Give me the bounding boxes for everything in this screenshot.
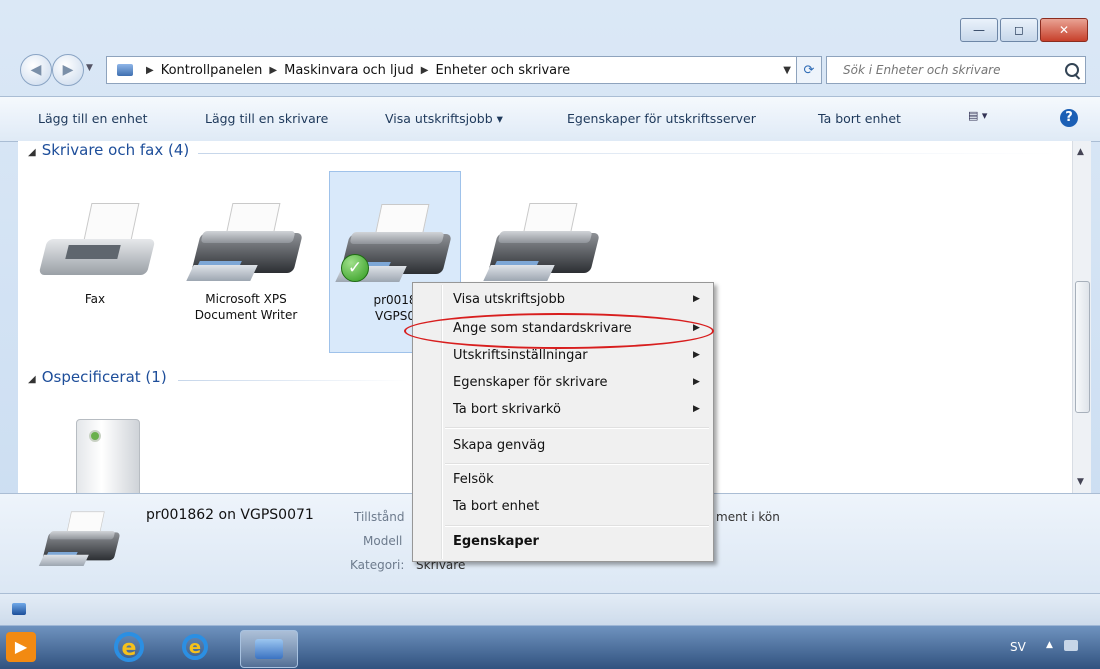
chevron-right-icon[interactable]: ▶ [421, 65, 429, 76]
submenu-arrow-icon: ▶ [693, 377, 700, 387]
device-xps-writer[interactable]: Microsoft XPS Document Writer [181, 201, 311, 323]
printer-icon [483, 201, 601, 291]
group-header-printers[interactable]: ◢ Skrivare och fax (4) [28, 141, 189, 159]
submenu-arrow-icon: ▶ [693, 350, 700, 360]
group-divider [178, 380, 408, 381]
tray-expand-icon[interactable]: ▲ [1046, 640, 1053, 650]
menu-item-view-print-jobs[interactable]: Visa utskriftsjobb [453, 289, 565, 311]
submenu-arrow-icon: ▶ [693, 404, 700, 414]
address-row: ◀ ▶ ▼ ▶ Kontrollpanelen ▶ Maskinvara och… [0, 46, 1100, 92]
help-icon[interactable]: ? [1060, 109, 1078, 127]
device-label: Fax [84, 292, 106, 306]
taskbar-ie-button[interactable]: e [100, 630, 156, 666]
context-menu: Visa utskriftsjobb ▶ Ange som standardsk… [412, 282, 714, 562]
forward-button[interactable]: ▶ [52, 54, 84, 86]
network-icon[interactable] [1064, 640, 1078, 651]
back-button[interactable]: ◀ [20, 54, 52, 86]
print-server-properties-button[interactable]: Egenskaper för utskriftsserver [567, 111, 756, 126]
caption-buttons: — ◻ ✕ [960, 18, 1088, 42]
taskbar-ie-button-2[interactable]: e [170, 630, 226, 666]
breadcrumb-control-panel[interactable]: Kontrollpanelen [161, 63, 263, 78]
printer-icon [186, 201, 304, 291]
menu-separator [445, 463, 709, 465]
menu-item-troubleshoot[interactable]: Felsök [453, 469, 494, 491]
menu-item-remove-device[interactable]: Ta bort enhet [453, 496, 539, 518]
add-printer-button[interactable]: Lägg till en skrivare [205, 111, 328, 126]
default-check-icon: ✓ [341, 254, 369, 282]
view-print-jobs-button[interactable]: Visa utskriftsjobb ▾ [385, 111, 503, 126]
search-box[interactable] [826, 56, 1086, 84]
menu-separator [445, 427, 709, 429]
printer-icon: ✓ [335, 202, 453, 292]
menu-item-printer-properties[interactable]: Egenskaper för skrivare [453, 372, 607, 394]
menu-item-printing-preferences[interactable]: Utskriftsinställningar [453, 345, 588, 367]
status-bar [0, 593, 1100, 626]
remove-device-button[interactable]: Ta bort enhet [818, 111, 901, 126]
command-bar: Lägg till en enhet Lägg till en skrivare… [0, 96, 1100, 142]
details-category-label: Kategori: [350, 558, 405, 572]
vertical-scrollbar[interactable]: ▲ ▼ [1072, 141, 1091, 493]
details-state-value: ment i kön [716, 510, 780, 524]
menu-item-properties[interactable]: Egenskaper [453, 531, 539, 553]
menu-item-remove-print-queue[interactable]: Ta bort skrivarkö [453, 399, 561, 421]
address-bar[interactable]: ▶ Kontrollpanelen ▶ Maskinvara och ljud … [106, 56, 798, 84]
control-panel-icon [117, 64, 133, 76]
device-printer-4[interactable] [478, 201, 608, 291]
breadcrumb-devices-printers[interactable]: Enheter och skrivare [435, 63, 570, 78]
group-divider [198, 153, 1058, 154]
address-dropdown-icon[interactable]: ▼ [783, 65, 791, 76]
device-label: Microsoft XPS Document Writer [194, 292, 298, 322]
scroll-thumb[interactable] [1075, 281, 1090, 413]
collapse-triangle-icon[interactable]: ◢ [28, 147, 36, 158]
change-view-icon[interactable]: ▤ ▾ [968, 109, 987, 122]
details-state-label: Tillstånd [354, 510, 405, 524]
minimize-button[interactable]: — [960, 18, 998, 42]
scroll-down-icon[interactable]: ▼ [1077, 477, 1084, 487]
start-button[interactable]: ▶ [6, 632, 36, 662]
close-button[interactable]: ✕ [1040, 18, 1088, 42]
taskbar: ▶ e e SV ▲ [0, 625, 1100, 669]
printer-icon [38, 510, 121, 573]
submenu-arrow-icon: ▶ [693, 294, 700, 304]
fax-icon [37, 201, 156, 291]
search-input[interactable] [841, 62, 1065, 78]
internet-explorer-icon: e [114, 632, 144, 662]
search-icon[interactable] [1065, 63, 1079, 77]
refresh-icon[interactable]: ⟳ [796, 56, 822, 84]
maximize-button[interactable]: ◻ [1000, 18, 1038, 42]
collapse-triangle-icon[interactable]: ◢ [28, 374, 36, 385]
add-device-button[interactable]: Lägg till en enhet [38, 111, 147, 126]
taskbar-control-panel-button[interactable] [240, 630, 298, 668]
chevron-right-icon[interactable]: ▶ [146, 65, 154, 76]
devices-printers-icon [255, 639, 283, 659]
history-dropdown-icon[interactable]: ▼ [86, 63, 93, 73]
computer-tower-icon[interactable] [76, 419, 140, 493]
scroll-up-icon[interactable]: ▲ [1077, 147, 1084, 157]
breadcrumb-hardware-sound[interactable]: Maskinvara och ljud [284, 63, 414, 78]
internet-explorer-icon: e [182, 634, 208, 660]
group-header-unspecified[interactable]: ◢ Ospecificerat (1) [28, 368, 167, 386]
details-device-name: pr001862 on VGPS0071 [146, 507, 314, 523]
details-model-label: Modell [363, 534, 403, 548]
submenu-arrow-icon: ▶ [693, 323, 700, 333]
menu-item-create-shortcut[interactable]: Skapa genväg [453, 435, 545, 457]
device-fax[interactable]: Fax [30, 201, 160, 307]
status-devices-icon [12, 603, 26, 615]
menu-item-set-default-printer[interactable]: Ange som standardskrivare [453, 318, 632, 340]
language-indicator[interactable]: SV [1010, 640, 1026, 654]
chevron-right-icon[interactable]: ▶ [269, 65, 277, 76]
menu-separator [445, 525, 709, 527]
